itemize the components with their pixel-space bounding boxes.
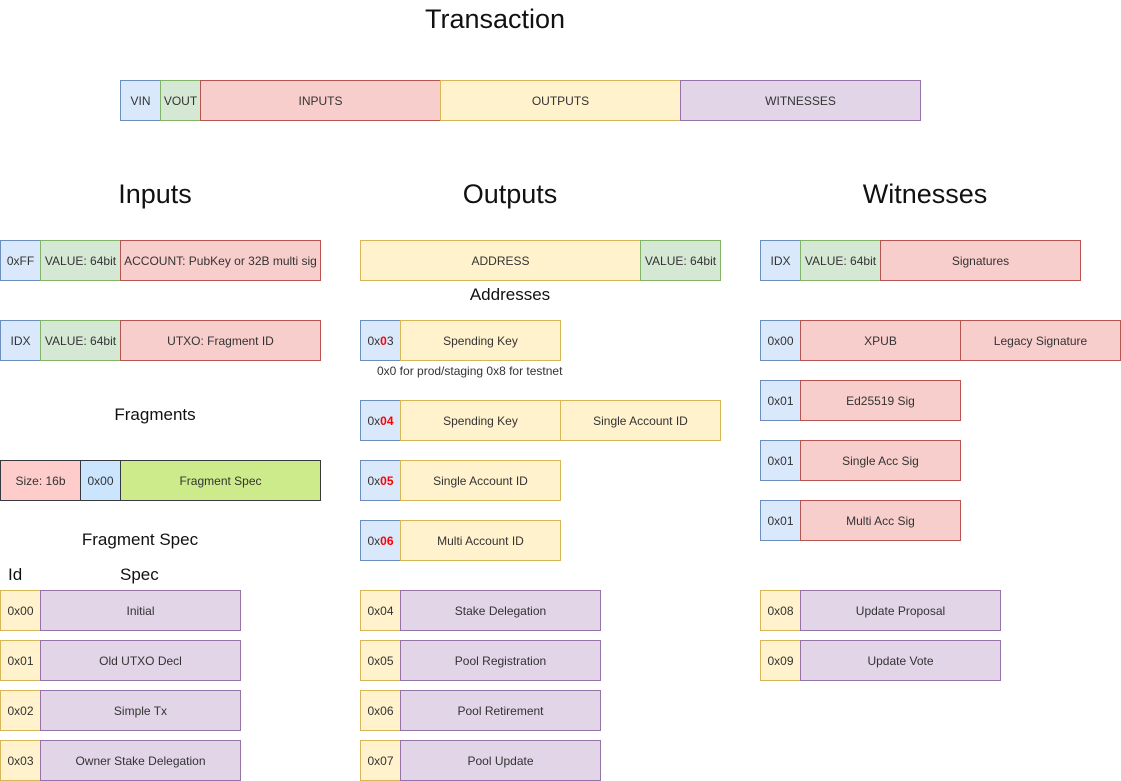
input-account-value: VALUE: 64bit xyxy=(40,240,121,281)
witness-type-tag: 0x01 xyxy=(760,380,801,421)
spec-id: 0x04 xyxy=(360,590,401,631)
spec-id: 0x08 xyxy=(760,590,801,631)
column-header-spec: Spec xyxy=(120,565,159,584)
witnesses-title: Witnesses xyxy=(862,179,988,209)
address-tag-discriminant: 06 xyxy=(380,533,394,548)
input-account-tag: 0xFF xyxy=(0,240,41,281)
input-account-field: ACCOUNT: PubKey or 32B multi sig xyxy=(120,240,321,281)
tx-vin: VIN xyxy=(120,80,161,121)
address-note: 0x0 for prod/staging 0x8 for testnet xyxy=(377,364,563,378)
fragment-size: Size: 16b xyxy=(0,460,81,501)
fragment-spec-field: Fragment Spec xyxy=(120,460,321,501)
address-tag: 0x 04 xyxy=(360,400,401,441)
spec-id: 0x02 xyxy=(0,690,41,731)
spec-id: 0x05 xyxy=(360,640,401,681)
spec-name: Pool Retirement xyxy=(400,690,601,731)
output-address: ADDRESS xyxy=(360,240,641,281)
spec-name: Initial xyxy=(40,590,241,631)
outputs-title: Outputs xyxy=(462,179,558,209)
witness-type-part: Legacy Signature xyxy=(960,320,1121,361)
addresses-title: Addresses xyxy=(469,285,551,304)
witness-type-part: XPUB xyxy=(800,320,961,361)
fragments-title: Fragments xyxy=(114,405,196,424)
address-tag-prefix: 0x xyxy=(367,413,381,428)
spec-name: Update Proposal xyxy=(800,590,1001,631)
transaction-title: Transaction xyxy=(424,4,566,34)
inputs-title: Inputs xyxy=(118,179,192,209)
spec-name: Update Vote xyxy=(800,640,1001,681)
tx-outputs: OUTPUTS xyxy=(440,80,681,121)
spec-name: Old UTXO Decl xyxy=(40,640,241,681)
spec-name: Stake Delegation xyxy=(400,590,601,631)
address-tag: 0x 0 3 xyxy=(360,320,401,361)
spec-name: Simple Tx xyxy=(40,690,241,731)
tx-vout: VOUT xyxy=(160,80,201,121)
address-tag: 0x 05 xyxy=(360,460,401,501)
spec-id: 0x01 xyxy=(0,640,41,681)
witness-type-part: Multi Acc Sig xyxy=(800,500,961,541)
witness-value: VALUE: 64bit xyxy=(800,240,881,281)
spec-id: 0x09 xyxy=(760,640,801,681)
witness-type-tag: 0x01 xyxy=(760,500,801,541)
address-tag: 0x 06 xyxy=(360,520,401,561)
address-tag-prefix: 0x xyxy=(367,473,381,488)
column-header-id: Id xyxy=(8,565,23,584)
witness-signatures: Signatures xyxy=(880,240,1081,281)
witness-type-part: Ed25519 Sig xyxy=(800,380,961,421)
witness-idx: IDX xyxy=(760,240,801,281)
input-utxo-fragment-id: UTXO: Fragment ID xyxy=(120,320,321,361)
address-tag-prefix: 0x xyxy=(367,533,381,548)
spec-id: 0x06 xyxy=(360,690,401,731)
tx-witnesses: WITNESSES xyxy=(680,80,921,121)
address-part: Spending Key xyxy=(400,320,561,361)
address-tag-discriminant: 04 xyxy=(380,413,394,428)
spec-name: Pool Update xyxy=(400,740,601,781)
address-tag-discriminant: 0 xyxy=(380,333,387,348)
address-tag-suffix: 3 xyxy=(386,333,394,348)
address-part: Single Account ID xyxy=(560,400,721,441)
witness-type-part: Single Acc Sig xyxy=(800,440,961,481)
fragment-tag: 0x00 xyxy=(80,460,121,501)
address-tag-prefix: 0x xyxy=(367,333,381,348)
input-utxo-value: VALUE: 64bit xyxy=(40,320,121,361)
witness-type-tag: 0x01 xyxy=(760,440,801,481)
fragment-spec-title: Fragment Spec xyxy=(81,530,199,549)
address-part: Single Account ID xyxy=(400,460,561,501)
address-part: Multi Account ID xyxy=(400,520,561,561)
spec-id: 0x00 xyxy=(0,590,41,631)
witness-type-tag: 0x00 xyxy=(760,320,801,361)
spec-name: Owner Stake Delegation xyxy=(40,740,241,781)
spec-id: 0x03 xyxy=(0,740,41,781)
spec-name: Pool Registration xyxy=(400,640,601,681)
address-tag-discriminant: 05 xyxy=(380,473,394,488)
tx-inputs: INPUTS xyxy=(200,80,441,121)
address-part: Spending Key xyxy=(400,400,561,441)
spec-id: 0x07 xyxy=(360,740,401,781)
output-value: VALUE: 64bit xyxy=(640,240,721,281)
input-utxo-idx: IDX xyxy=(0,320,41,361)
